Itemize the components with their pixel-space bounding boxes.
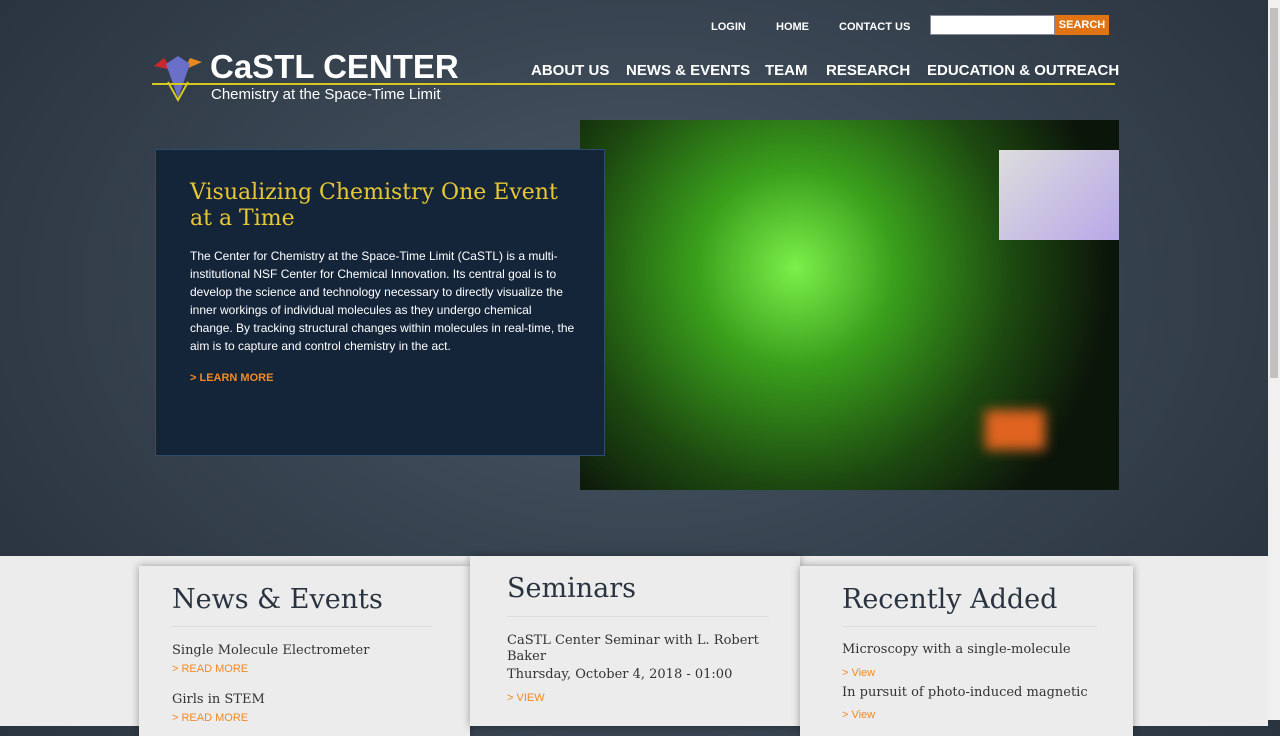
search-button[interactable]: SEARCH [1055,15,1109,35]
seminar-title[interactable]: CaSTL Center Seminar with L. Robert Bake… [507,633,767,665]
recent-title: Recently Added [842,584,1058,615]
recently-added-card: Recently Added Microscopy with a single-… [800,566,1133,736]
seminar-date: Thursday, October 4, 2018 - 01:00 [507,667,733,682]
logo-subtitle: Chemistry at the Space-Time Limit [211,86,441,103]
nav-news-events[interactable]: NEWS & EVENTS [626,62,750,79]
view-link[interactable]: > VIEW [507,692,545,704]
contact-us-link[interactable]: CONTACT US [839,21,910,33]
recent-item-title[interactable]: In pursuit of photo-induced magnetic [842,685,1088,700]
header-divider [152,83,1115,85]
home-link[interactable]: HOME [776,21,809,33]
hero-panel: Visualizing Chemistry One Event at a Tim… [155,149,605,456]
search-input[interactable] [930,15,1055,35]
news-item-title[interactable]: Single Molecule Electrometer [172,643,369,658]
view-link[interactable]: > View [842,709,875,721]
news-item-title[interactable]: Girls in STEM [172,692,265,707]
view-link[interactable]: > View [842,667,875,679]
hero-image [580,120,1119,490]
news-title: News & Events [172,584,383,615]
nav-education-outreach[interactable]: EDUCATION & OUTREACH [927,62,1119,79]
login-link[interactable]: LOGIN [711,21,746,33]
nav-research[interactable]: RESEARCH [826,62,910,79]
hero-body: The Center for Chemistry at the Space-Ti… [190,249,575,353]
nav-about-us[interactable]: ABOUT US [531,62,609,79]
read-more-link[interactable]: > READ MORE [172,663,248,675]
scrollbar[interactable] [1268,0,1280,720]
recent-item-title[interactable]: Microscopy with a single-molecule [842,642,1071,657]
seminars-title: Seminars [507,573,636,604]
learn-more-link[interactable]: > LEARN MORE [190,372,273,384]
seminars-card: Seminars CaSTL Center Seminar with L. Ro… [470,556,800,726]
news-events-card: News & Events Single Molecule Electromet… [139,566,470,736]
read-more-link[interactable]: > READ MORE [172,712,248,724]
logo-title[interactable]: CaSTL CENTER [210,48,459,86]
castl-logo-icon[interactable] [150,52,206,102]
scrollbar-thumb[interactable] [1270,8,1278,378]
nav-team[interactable]: TEAM [765,62,808,79]
hero-title: Visualizing Chemistry One Event at a Tim… [190,180,558,231]
